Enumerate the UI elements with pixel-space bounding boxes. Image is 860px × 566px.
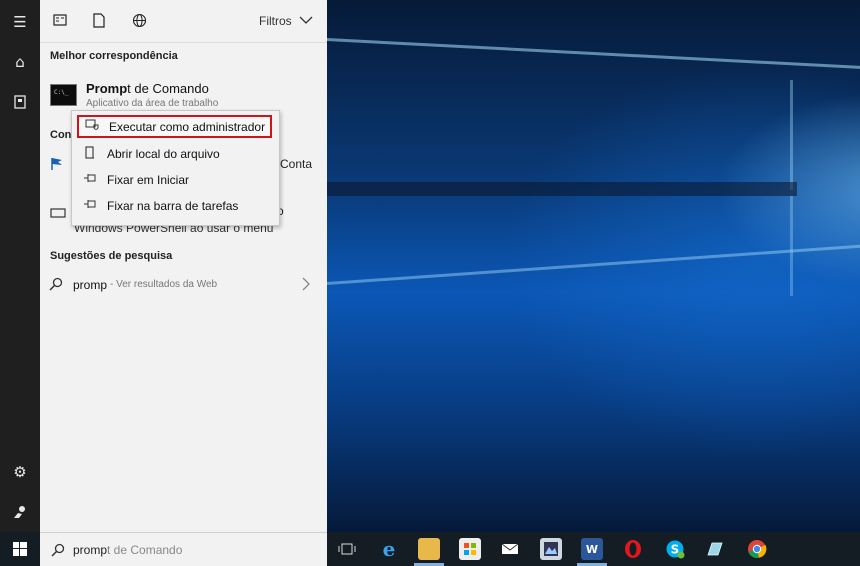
chevron-right-icon	[302, 277, 310, 291]
search-icon	[49, 277, 63, 291]
best-match-heading: Melhor correspondência	[50, 50, 178, 62]
search-query: prompt de Comando	[73, 543, 183, 557]
hamburger-menu-icon[interactable]: ☰	[0, 2, 40, 42]
settings-gear-icon[interactable]: ⚙	[0, 452, 40, 492]
skype-icon[interactable]: S	[664, 538, 686, 560]
opera-browser-icon[interactable]	[622, 538, 644, 560]
pin-to-start-item[interactable]: Fixar em Iniciar	[77, 168, 272, 191]
web-filter-globe-icon[interactable]	[132, 13, 148, 29]
windows-logo-icon	[13, 542, 27, 556]
chevron-down-icon	[299, 16, 313, 24]
filters-label: Filtros	[258, 14, 292, 28]
command-prompt-icon: C:\_	[50, 84, 77, 106]
store-icon[interactable]	[459, 538, 481, 560]
edge-browser-icon[interactable]: e	[378, 537, 400, 561]
mail-icon[interactable]	[499, 538, 521, 560]
feedback-icon[interactable]	[0, 492, 40, 532]
task-view-icon[interactable]	[336, 538, 358, 560]
apps-filter-icon[interactable]	[53, 13, 69, 29]
desktop-wallpaper	[327, 0, 860, 532]
panel-header: Filtros	[40, 0, 327, 43]
taskbar: prompt de Comando e W S	[0, 532, 860, 566]
file-explorer-icon[interactable]	[418, 538, 440, 560]
search-results-panel: Filtros Melhor correspondência C:\_ Prom…	[40, 0, 327, 532]
home-icon[interactable]: ⌂	[0, 42, 40, 82]
flag-icon	[50, 157, 64, 176]
suggestion-suffix: - Ver resultados da Web	[110, 279, 218, 290]
best-match-subtitle: Aplicativo da área de trabalho	[86, 98, 219, 109]
run-as-administrator-item[interactable]: Executar como administrador	[77, 115, 272, 138]
suggestion-query: promp	[73, 278, 108, 292]
notebook-icon[interactable]	[0, 82, 40, 122]
filters-dropdown[interactable]: Filtros	[259, 14, 313, 28]
best-match-title[interactable]: Prompt de Comando	[86, 81, 209, 96]
open-file-location-item[interactable]: Abrir local do arquivo	[77, 142, 272, 165]
documents-filter-icon[interactable]	[93, 13, 109, 29]
pin-icon	[82, 173, 98, 186]
file-location-icon	[82, 145, 98, 162]
chrome-browser-icon[interactable]	[746, 538, 768, 560]
start-button[interactable]	[0, 532, 40, 566]
suggestions-heading: Sugestões de pesquisa	[50, 250, 173, 262]
pin-to-taskbar-item[interactable]: Fixar na barra de tarefas	[77, 194, 272, 217]
image-viewer-icon[interactable]	[540, 538, 562, 560]
powershell-setting-icon	[50, 205, 66, 223]
start-menu-rail: ☰ ⌂ ⚙	[0, 0, 40, 532]
web-suggestion-row[interactable]: promp - Ver resultados da Web	[49, 276, 319, 294]
taskbar-search-box[interactable]: prompt de Comando	[40, 532, 327, 566]
settings-result-1-partial[interactable]: Conta	[280, 157, 312, 171]
pin-icon	[82, 199, 98, 212]
notes-app-icon[interactable]	[704, 538, 726, 560]
context-menu: Executar como administrador Abrir local …	[71, 110, 280, 226]
search-icon	[51, 543, 65, 557]
run-as-admin-icon	[84, 119, 100, 134]
word-icon[interactable]: W	[581, 538, 603, 560]
